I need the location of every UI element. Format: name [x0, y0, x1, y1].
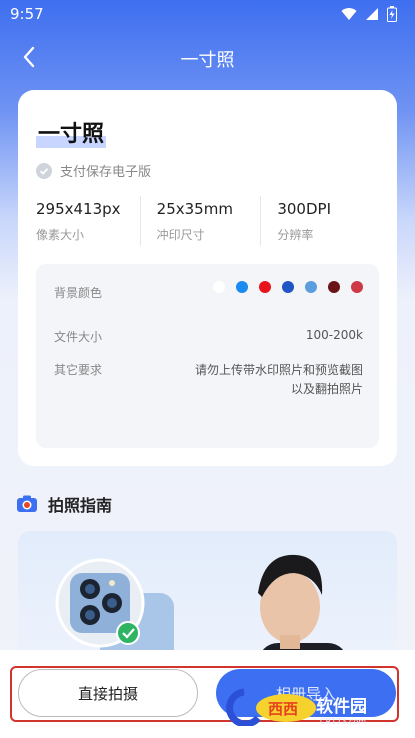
watermark-logo: 西西 软件园 CR173.com: [224, 688, 396, 728]
direct-shoot-button[interactable]: 直接拍摄: [18, 669, 198, 717]
bg-color-options: [213, 281, 363, 293]
cellular-signal-icon: [366, 8, 378, 20]
other-requirements-row: 其它要求 请勿上传带水印照片和预览截图 以及翻拍照片: [54, 361, 363, 396]
spec-card: 一寸照 支付保存电子版 295x413px 像素大小 25x35mm 冲印尺寸 …: [18, 90, 397, 466]
stat-print-size: 25x35mm 冲印尺寸: [139, 196, 261, 246]
file-size-row: 文件大小 100-200k: [54, 328, 363, 345]
check-circle-icon: [36, 162, 52, 179]
paid-note: 支付保存电子版: [36, 161, 151, 180]
bg-color-swatch[interactable]: [236, 281, 248, 293]
watermark-graphic: 西西 软件园 CR173.com: [226, 688, 367, 728]
other-value-line: 以及翻拍照片: [290, 382, 363, 396]
stat-value: 300DPI: [277, 200, 331, 218]
spec-name: 一寸照: [36, 116, 107, 148]
camera-icon: [17, 495, 37, 512]
watermark-text: 软件园: [316, 696, 367, 717]
stat-label: 冲印尺寸: [156, 228, 205, 242]
bg-color-swatch[interactable]: [213, 281, 225, 293]
bg-color-row: 背景颜色: [54, 281, 363, 301]
spec-details: 背景颜色 文件大小 100-200k 其它要求 请勿上传带水印照片和预览截图 以…: [36, 264, 379, 448]
bg-color-label: 背景颜色: [54, 286, 103, 300]
photo-guide-title: 拍照指南: [48, 496, 113, 515]
top-nav: 一寸照: [0, 36, 415, 78]
watermark-sub: CR173.com: [320, 717, 366, 726]
other-value-line: 请勿上传带水印照片和预览截图: [194, 363, 363, 377]
bg-color-swatch[interactable]: [259, 281, 271, 293]
stat-label: 分辨率: [277, 228, 314, 242]
file-size-value: 100-200k: [305, 328, 363, 342]
bg-color-swatch[interactable]: [351, 281, 363, 293]
svg-text:西西: 西西: [268, 700, 298, 718]
stat-pixel-size: 295x413px 像素大小: [36, 196, 140, 246]
status-bar: 9:57: [0, 0, 415, 28]
paid-label: 支付保存电子版: [60, 165, 152, 180]
file-size-label: 文件大小: [54, 330, 103, 344]
spec-stats: 295x413px 像素大小 25x35mm 冲印尺寸 300DPI 分辨率: [36, 196, 381, 246]
bg-color-swatch[interactable]: [305, 281, 317, 293]
stat-resolution: 300DPI 分辨率: [260, 196, 381, 246]
other-value: 请勿上传带水印照片和预览截图 以及翻拍照片: [195, 361, 363, 399]
stat-label: 像素大小: [36, 228, 85, 242]
status-time: 9:57: [10, 5, 44, 23]
wifi-icon: [341, 8, 357, 20]
stat-value: 25x35mm: [156, 200, 233, 218]
page-title: 一寸照: [180, 50, 235, 71]
bg-color-swatch[interactable]: [328, 281, 340, 293]
other-label: 其它要求: [54, 363, 103, 377]
status-icons: [341, 6, 397, 22]
bg-color-swatch[interactable]: [282, 281, 294, 293]
battery-icon: [387, 6, 397, 22]
stat-value: 295x413px: [36, 200, 121, 218]
photo-guide-heading: 拍照指南: [16, 492, 112, 516]
